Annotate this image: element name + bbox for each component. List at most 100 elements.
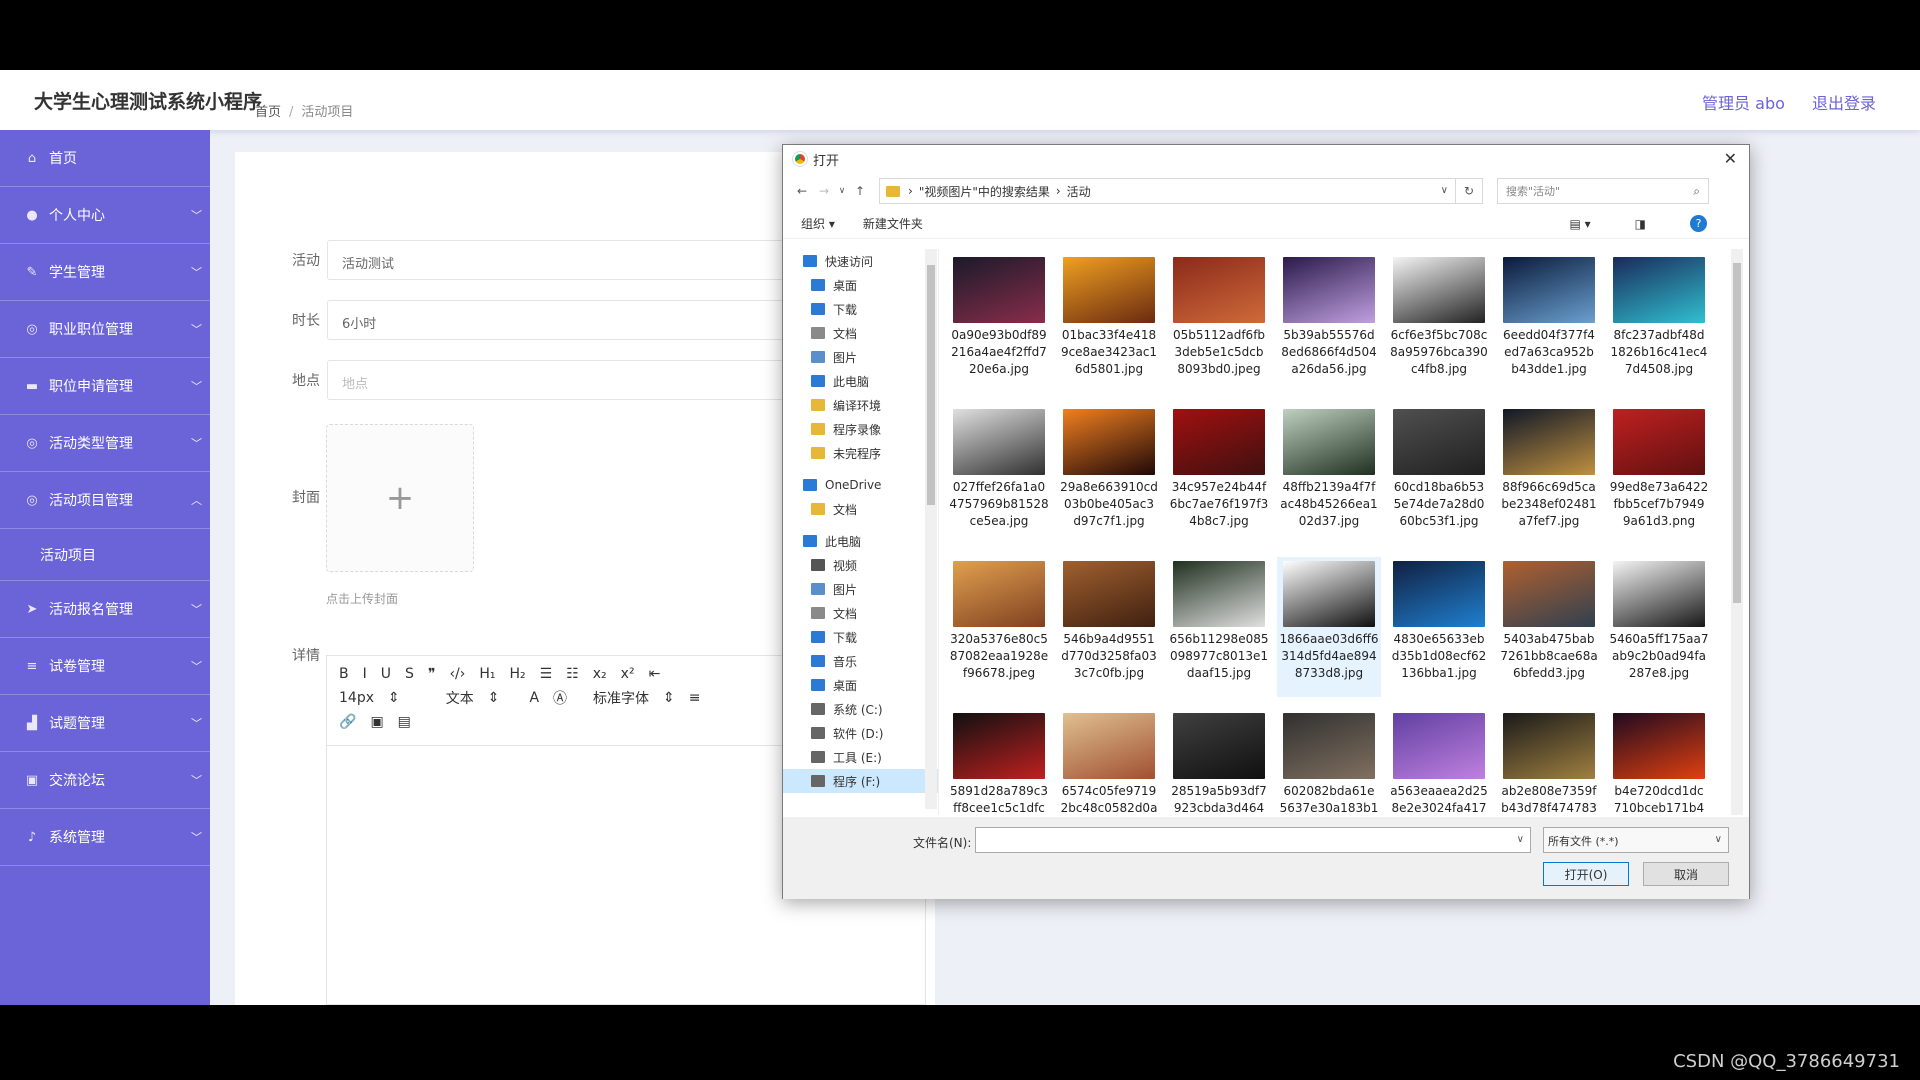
nav-item[interactable]: OneDrive: [783, 473, 938, 497]
open-button[interactable]: 打开(O): [1543, 862, 1629, 886]
nav-item[interactable]: 桌面: [783, 673, 938, 697]
new-folder-button[interactable]: 新建文件夹: [863, 215, 923, 232]
nav-item[interactable]: 程序 (F:): [783, 769, 938, 793]
file-tile[interactable]: 4830e65633eb d35b1d08ecf62 136bba1.jpg: [1387, 557, 1491, 697]
preview-pane-icon[interactable]: ◨: [1635, 217, 1646, 231]
editor-tool-button[interactable]: x₂: [593, 666, 607, 682]
font-family-select[interactable]: 标准字体: [593, 688, 649, 708]
nav-scroll-thumb[interactable]: [927, 265, 935, 505]
file-tile[interactable]: 5b39ab55576d 8ed6866f4d504 a26da56.jpg: [1277, 253, 1381, 393]
file-tile[interactable]: 1866aae03d6ff6 314d5fd4ae894 8733d8.jpg: [1277, 557, 1381, 697]
file-tile[interactable]: 6574c05fe9719 2bc48c0582d0a: [1057, 709, 1161, 815]
file-tile[interactable]: 88f966c69d5ca be2348ef02481 a7fef7.jpg: [1497, 405, 1601, 545]
nav-item[interactable]: 快速访问: [783, 249, 938, 273]
file-tile[interactable]: 28519a5b93df7 923cbda3d464: [1167, 709, 1271, 815]
file-tile[interactable]: b4e720dcd1dc 710bceb171b4: [1607, 709, 1711, 815]
back-arrow-icon[interactable]: ←: [791, 184, 813, 198]
nav-item[interactable]: 程序录像: [783, 417, 938, 441]
logout-link[interactable]: 退出登录: [1812, 94, 1876, 113]
file-scroll-thumb[interactable]: [1733, 263, 1741, 603]
file-tile[interactable]: 602082bda61e 5637e30a183b1: [1277, 709, 1381, 815]
text-color-icon[interactable]: A: [529, 690, 539, 706]
nav-item[interactable]: 图片✒: [783, 345, 938, 369]
location-input[interactable]: 地点: [327, 360, 787, 400]
file-tile[interactable]: 29a8e663910cd 03b0be405ac3 d97c7f1.jpg: [1057, 405, 1161, 545]
clear-format-icon[interactable]: Ⓐ: [553, 688, 567, 708]
editor-tool-button[interactable]: H₂: [510, 666, 526, 682]
block-type-select[interactable]: 文本: [446, 688, 474, 708]
editor-tool-button[interactable]: U: [381, 666, 391, 682]
cover-upload-box[interactable]: +: [326, 424, 474, 572]
editor-tool-button[interactable]: I: [363, 666, 367, 682]
nav-item[interactable]: 文档: [783, 601, 938, 625]
forward-arrow-icon[interactable]: →: [813, 184, 835, 198]
file-tile[interactable]: 027ffef26fa1a0 4757969b81528 ce5ea.jpg: [947, 405, 1051, 545]
sidebar-item[interactable]: ✎ 学生管理 ﹀: [0, 244, 210, 301]
filename-input[interactable]: ∨: [975, 827, 1531, 853]
nav-item[interactable]: 下载✒: [783, 297, 938, 321]
nav-item[interactable]: 编译环境: [783, 393, 938, 417]
file-tile[interactable]: 5891d28a789c3 ff8cee1c5c1dfc: [947, 709, 1051, 815]
nav-item[interactable]: 桌面✒: [783, 273, 938, 297]
help-icon[interactable]: ?: [1690, 215, 1707, 232]
up-arrow-icon[interactable]: ↑: [849, 184, 871, 198]
nav-item[interactable]: 音乐: [783, 649, 938, 673]
file-tile[interactable]: 05b5112adf6fb 3deb5e1c5dcb 8093bd0.jpeg: [1167, 253, 1271, 393]
image-icon[interactable]: ▣: [370, 714, 383, 730]
file-tile[interactable]: 8fc237adbf48d 1826b16c41ec4 7d4508.jpg: [1607, 253, 1711, 393]
nav-item[interactable]: 下载: [783, 625, 938, 649]
organize-button[interactable]: 组织 ▾: [801, 215, 835, 232]
sidebar-item[interactable]: ● 个人中心 ﹀: [0, 187, 210, 244]
file-tile[interactable]: 99ed8e73a6422 fbb5cef7b7949 9a61d3.png: [1607, 405, 1711, 545]
chevron-down-icon[interactable]: ∨: [1517, 834, 1524, 845]
editor-tool-button[interactable]: ⇤: [649, 666, 661, 682]
admin-user-label[interactable]: 管理员 abo: [1702, 94, 1785, 113]
sidebar-item[interactable]: ◎ 活动类型管理 ﹀: [0, 415, 210, 472]
cancel-button[interactable]: 取消: [1643, 862, 1729, 886]
file-tile[interactable]: 5460a5ff175aa7 ab9c2b0ad94fa 287e8.jpg: [1607, 557, 1711, 697]
path-segment-activity[interactable]: 活动: [1067, 183, 1091, 200]
sidebar-item[interactable]: ▬ 职位申请管理 ﹀: [0, 358, 210, 415]
editor-tool-button[interactable]: ❞: [428, 666, 436, 682]
refresh-icon[interactable]: ↻: [1455, 178, 1483, 204]
view-mode-icon[interactable]: ▤ ▾: [1569, 217, 1590, 231]
path-segment-search-results[interactable]: "视频图片"中的搜索结果: [919, 183, 1050, 200]
sidebar-item[interactable]: ♪ 系统管理 ﹀: [0, 809, 210, 866]
duration-input[interactable]: 6小时: [327, 300, 787, 340]
file-tile[interactable]: 5403ab475bab 7261bb8cae68a 6bfedd3.jpg: [1497, 557, 1601, 697]
close-icon[interactable]: ✕: [1724, 149, 1737, 168]
sidebar-item[interactable]: ◎ 职业职位管理 ﹀: [0, 301, 210, 358]
filetype-select[interactable]: 所有文件 (*.*) ∨: [1543, 827, 1729, 853]
align-icon[interactable]: ≡: [689, 690, 701, 706]
nav-item[interactable]: 此电脑✒: [783, 369, 938, 393]
file-tile[interactable]: 34c957e24b44f 6bc7ae76f197f3 4b8c7.jpg: [1167, 405, 1271, 545]
file-tile[interactable]: 320a5376e80c5 87082eaa1928e f96678.jpeg: [947, 557, 1051, 697]
video-icon[interactable]: ▤: [398, 714, 411, 730]
nav-item[interactable]: 系统 (C:): [783, 697, 938, 721]
nav-item[interactable]: 文档✒: [783, 321, 938, 345]
path-box[interactable]: › "视频图片"中的搜索结果 › 活动 ∨ ↻: [879, 178, 1483, 204]
activity-input[interactable]: 活动测试: [327, 240, 787, 280]
link-icon[interactable]: 🔗: [339, 714, 356, 730]
file-tile[interactable]: 48ffb2139a4f7f ac48b45266ea1 02d37.jpg: [1277, 405, 1381, 545]
editor-tool-button[interactable]: x²: [621, 666, 635, 682]
chevron-down-icon[interactable]: ∨: [1441, 185, 1448, 196]
editor-tool-button[interactable]: B: [339, 666, 349, 682]
nav-item[interactable]: 此电脑: [783, 529, 938, 553]
sidebar-item[interactable]: ▟ 试题管理 ﹀: [0, 695, 210, 752]
sidebar-item[interactable]: ➤ 活动报名管理 ﹀: [0, 581, 210, 638]
file-tile[interactable]: 6eedd04f377f4 ed7a63ca952b b43dde1.jpg: [1497, 253, 1601, 393]
recent-dropdown-icon[interactable]: ∨: [835, 186, 849, 196]
sidebar-item[interactable]: ⌂ 首页: [0, 130, 210, 187]
sidebar-item[interactable]: ▣ 交流论坛 ﹀: [0, 752, 210, 809]
editor-tool-button[interactable]: ‹/›: [449, 666, 465, 682]
breadcrumb-home[interactable]: 首页: [255, 105, 281, 120]
nav-item[interactable]: 文档: [783, 497, 938, 521]
nav-item[interactable]: 图片: [783, 577, 938, 601]
search-input[interactable]: 搜索"活动" ⌕: [1497, 178, 1709, 204]
editor-tool-button[interactable]: ☷: [566, 666, 579, 682]
sidebar-item[interactable]: ◎ 活动项目管理 ︿: [0, 472, 210, 529]
nav-item[interactable]: 软件 (D:): [783, 721, 938, 745]
file-tile[interactable]: a563eaaea2d25 8e2e3024fa417: [1387, 709, 1491, 815]
file-tile[interactable]: 0a90e93b0df89 216a4ae4f2ffd7 20e6a.jpg: [947, 253, 1051, 393]
